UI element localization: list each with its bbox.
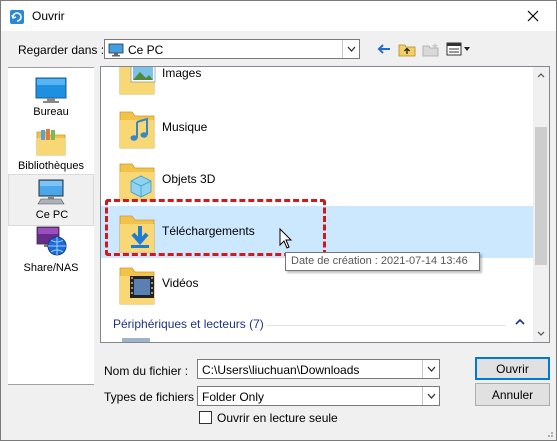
chevron-down-icon [347,46,355,52]
filename-label: Nom du fichier : [104,364,189,378]
list-item-music[interactable]: Musique [101,102,533,154]
window-title: Ouvrir [32,9,65,23]
place-label: Bureau [33,106,69,118]
place-label: Share/NAS [23,262,79,274]
filetype-select[interactable]: Folder Only [197,386,440,406]
list-item-3d-objects[interactable]: Objets 3D [101,154,533,206]
filetype-value: Folder Only [202,390,265,404]
folder-up-icon [398,44,416,56]
music-folder-icon [119,111,155,149]
file-list[interactable]: Images Musique Objets 3D Téléchargements… [100,66,534,343]
list-item-partial[interactable] [101,334,533,342]
vertical-scrollbar[interactable] [533,66,550,343]
filename-value: C:\Users\liuchuan\Downloads [202,363,360,377]
title-bar: Ouvrir [1,1,556,31]
look-in-arrow[interactable] [342,40,359,58]
downloads-folder-icon [119,215,155,253]
places-bar: Bureau Bibliothèques Ce PC Share/NAS [8,67,94,385]
look-in-value: Ce PC [128,43,164,57]
group-divider [266,325,506,326]
tooltip: Date de création : 2021-07-14 13:46 [285,252,480,271]
list-item-images[interactable]: Images [101,66,533,100]
scroll-up-button[interactable] [533,67,549,84]
up-folder-button[interactable] [398,41,416,57]
filename-dropdown-arrow[interactable] [422,360,439,378]
look-in-label: Regarder dans : [18,43,105,57]
place-libraries[interactable]: Bibliothèques [8,124,94,176]
item-name: Images [162,66,202,80]
scroll-down-button[interactable] [533,325,549,342]
group-header-devices[interactable]: Périphériques et lecteurs (7) [113,317,264,331]
chevron-down-icon [537,331,545,336]
mouse-cursor-icon [279,228,293,249]
view-list-icon [446,42,470,56]
item-name: Téléchargements [162,224,255,238]
look-in-dropdown[interactable]: Ce PC [104,39,360,59]
view-menu-button[interactable] [446,41,470,57]
close-icon [527,10,539,22]
new-folder-icon [422,42,439,56]
chevron-down-icon [427,393,435,399]
open-button[interactable]: Ouvrir [475,357,550,380]
readonly-label[interactable]: Ouvrir en lecture seule [217,411,338,425]
item-name: Vidéos [162,276,199,290]
3d-objects-folder-icon [119,163,155,201]
close-button[interactable] [510,1,556,31]
network-globe-icon [36,226,67,256]
drive-icon [122,338,150,342]
chevron-up-icon[interactable] [515,318,525,326]
back-button[interactable] [375,41,393,57]
videos-folder-icon [119,267,155,305]
filename-input[interactable]: C:\Users\liuchuan\Downloads [197,359,440,379]
filetype-label: Types de fichiers : [104,390,201,404]
libraries-icon [36,129,66,156]
list-item-downloads[interactable]: Téléchargements [101,206,533,258]
place-desktop[interactable]: Bureau [8,70,94,122]
back-arrow-icon [377,44,390,54]
readonly-checkbox[interactable] [199,411,212,424]
open-dialog: Ouvrir Regarder dans : Ce PC Bureau Bibl… [0,0,557,441]
new-folder-button[interactable] [422,41,440,57]
pictures-folder-icon [119,67,156,95]
desktop-icon [35,77,67,103]
computer-icon [37,179,65,205]
chevron-down-icon [427,366,435,372]
item-name: Musique [162,120,208,134]
chevron-up-icon [537,73,545,78]
place-share-nas[interactable]: Share/NAS [8,226,94,278]
computer-small-icon [108,43,124,57]
place-label: Ce PC [35,209,69,221]
resize-grip-icon[interactable] [544,428,554,438]
filetype-dropdown-arrow[interactable] [422,387,439,405]
place-label: Bibliothèques [17,160,85,172]
place-this-pc[interactable]: Ce PC [8,174,94,226]
scroll-thumb[interactable] [535,127,547,265]
app-icon [10,10,24,24]
item-name: Objets 3D [162,172,216,186]
cancel-button[interactable]: Annuler [475,383,550,406]
